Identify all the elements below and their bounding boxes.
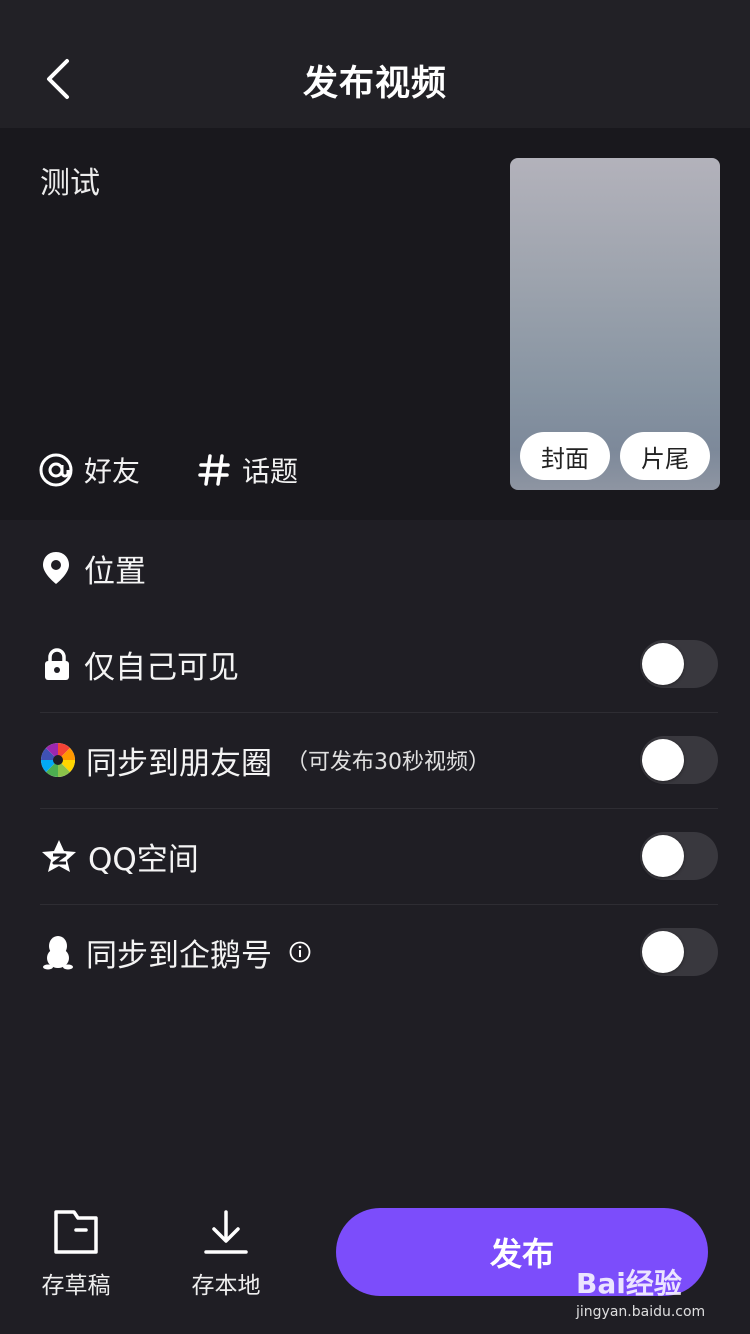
toggle-knob [642,835,684,877]
watermark-url: jingyan.baidu.com [576,1304,706,1320]
qzone-toggle[interactable] [640,832,718,880]
save-draft-label: 存草稿 [41,1273,111,1299]
save-draft-button[interactable]: 存草稿 [26,1208,126,1304]
save-local-button[interactable]: 存本地 [176,1208,276,1304]
download-icon [204,1210,248,1254]
qzone-label: QQ空间 [88,841,199,878]
location-label: 位置 [84,553,146,590]
toggle-knob [642,739,684,781]
location-row[interactable]: 位置 [0,520,750,616]
private-visibility-label: 仅自己可见 [84,649,239,686]
private-visibility-row: 仅自己可见 [0,616,750,712]
toggle-knob [642,643,684,685]
cover-button[interactable]: 封面 [520,432,610,480]
folder-icon [54,1210,98,1254]
wechat-moments-icon [41,743,75,777]
penguin-icon [43,936,73,970]
watermark-logo: Bai经验 [576,1267,682,1300]
header-bar: 发布视频 [0,0,750,128]
ending-button[interactable]: 片尾 [620,432,710,480]
description-input[interactable]: 测试 [40,158,100,202]
baidu-jingyan-watermark: Bai经验 jingyan.baidu.com [576,1262,726,1322]
page-title: 发布视频 [302,64,447,104]
private-visibility-toggle[interactable] [640,640,718,688]
sync-moments-label: 同步到朋友圈 [86,745,272,782]
lock-icon [45,648,69,680]
penguin-account-toggle[interactable] [640,928,718,976]
mention-label: 好友 [84,455,141,488]
save-local-label: 存本地 [191,1273,261,1299]
penguin-account-row: 同步到企鹅号 [0,904,750,1000]
mention-friends-button[interactable]: 好友 [38,450,140,490]
info-icon[interactable] [288,940,312,964]
sync-moments-note: （可发布30秒视频） [286,750,490,775]
hashtag-icon [198,454,230,486]
toggle-knob [642,931,684,973]
location-pin-icon [43,552,69,584]
qzone-row: QQ空间 [0,808,750,904]
video-thumbnail[interactable]: 封面 片尾 [510,158,720,490]
sync-moments-row: 同步到朋友圈 （可发布30秒视频） [0,712,750,808]
at-icon [39,453,73,487]
compose-area: 测试 好友 话题 封面 片尾 [0,128,750,520]
sync-moments-toggle[interactable] [640,736,718,784]
topic-label: 话题 [242,455,299,488]
penguin-account-label: 同步到企鹅号 [86,937,272,974]
add-topic-button[interactable]: 话题 [196,450,298,490]
qzone-icon [42,840,76,872]
